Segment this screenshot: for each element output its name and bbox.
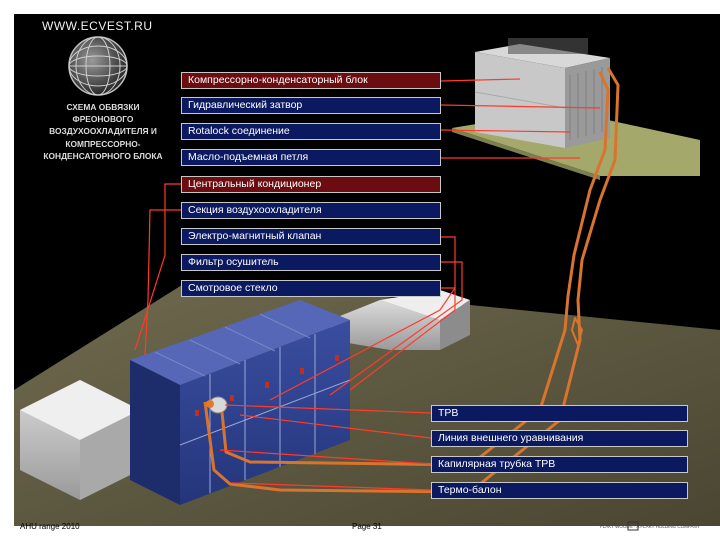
label-sensing-bulb: Термо-балон bbox=[431, 482, 688, 499]
page-number: Page 31 bbox=[352, 522, 382, 531]
label-central-ahu: Центральный кондиционер bbox=[181, 176, 441, 193]
footer-left: AHU range 2010 bbox=[20, 522, 80, 531]
label-sight-glass: Смотровое стекло bbox=[181, 280, 441, 297]
label-external-equalizer: Линия внешнего уравнивания bbox=[431, 430, 688, 447]
diagram-title: СХЕМА ОБВЯЗКИ ФРЕОНОВОГО ВОЗДУХООХЛАДИТЕ… bbox=[28, 101, 178, 162]
globe-logo bbox=[68, 36, 128, 96]
label-hydraulic-lock: Гидравлический затвор bbox=[181, 97, 441, 114]
label-solenoid-valve: Электро-магнитный клапан bbox=[181, 228, 441, 245]
title-line: КОНДЕНСАТОРНОГО БЛОКА bbox=[43, 150, 163, 161]
site-url: WWW.ECVEST.RU bbox=[42, 19, 153, 33]
label-rotalock: Rotalock соединение bbox=[181, 123, 441, 140]
label-capillary-tube: Капилярная трубка ТРВ bbox=[431, 456, 688, 473]
label-condensing-unit: Компрессорно-конденсаторный блок bbox=[181, 72, 441, 89]
title-line: ФРЕОНОВОГО bbox=[72, 114, 134, 125]
label-cooler-section: Секция воздухоохладителя bbox=[181, 202, 441, 219]
footer-brand: FLÄKT WOODS · A FLÄKT HOLDING COMPANY bbox=[600, 524, 700, 529]
title-line: ВОЗДУХООХЛАДИТЕЛЯ И bbox=[49, 126, 157, 137]
label-oil-trap: Масло-подъемная петля bbox=[181, 149, 441, 166]
title-line: СХЕМА ОБВЯЗКИ bbox=[66, 102, 140, 112]
label-txv: ТРВ bbox=[431, 405, 688, 422]
label-filter-drier: Фильтр осушитель bbox=[181, 254, 441, 271]
title-line: КОМПРЕССОРНО- bbox=[65, 138, 141, 149]
